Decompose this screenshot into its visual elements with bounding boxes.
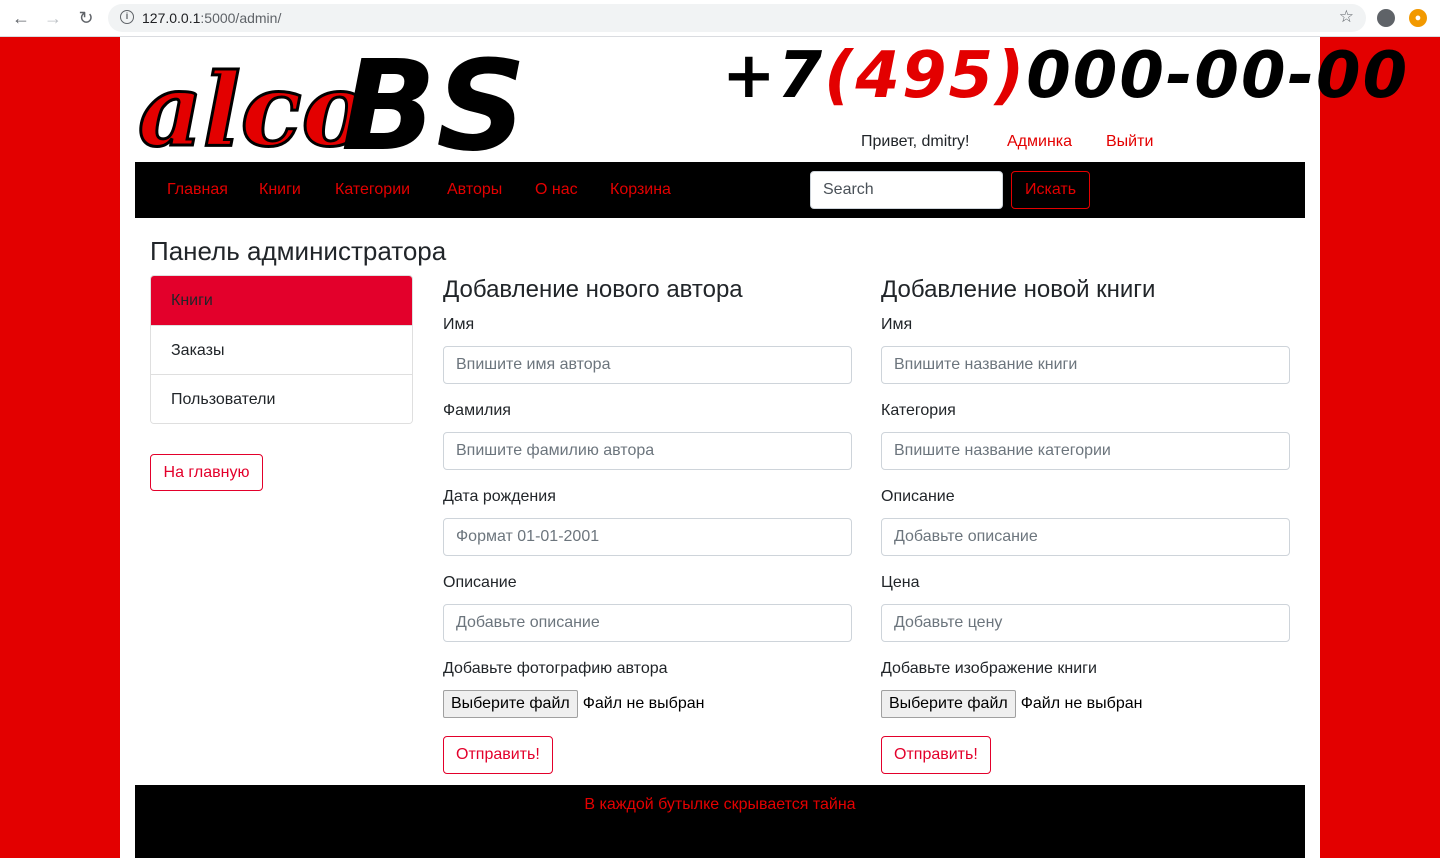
bookmark-star-icon[interactable]: ☆ (1339, 7, 1354, 27)
reload-icon[interactable]: ↻ (75, 7, 97, 29)
book-description-input[interactable] (881, 518, 1290, 556)
main-container: alco BS +7(495)000-00-00 Привет, dmitry!… (120, 37, 1407, 858)
url-text: 127.0.0.1:5000/admin/ (142, 10, 282, 26)
logout-link[interactable]: Выйти (1106, 133, 1153, 151)
book-name-input[interactable] (881, 346, 1290, 384)
footer-slogan: В каждой бутылке скрывается тайна (584, 796, 856, 813)
sidebar-item-users[interactable]: Пользователи (151, 374, 412, 423)
book-description-label: Описание (881, 488, 955, 505)
author-file-status: Файл не выбран (582, 695, 705, 712)
book-form-title: Добавление новой книги (881, 276, 1156, 303)
author-photo-label: Добавьте фотографию автора (443, 660, 668, 677)
nav-item-home[interactable]: Главная (167, 181, 228, 199)
book-choose-file-button[interactable]: Выберите файл (881, 690, 1016, 718)
book-price-label: Цена (881, 574, 920, 591)
admin-sidebar: Книги Заказы Пользователи (150, 275, 413, 424)
main-navbar: Главная Книги Категории Авторы О нас Кор… (135, 162, 1305, 218)
book-submit-button[interactable]: Отправить! (881, 736, 991, 774)
nav-item-cart[interactable]: Корзина (610, 181, 671, 199)
author-form: Добавление нового автора Имя Фамилия Дат… (443, 276, 852, 774)
nav-item-about[interactable]: О нас (535, 181, 578, 199)
home-button[interactable]: На главную (150, 454, 263, 491)
page-title: Панель администратора (150, 236, 447, 266)
book-image-label: Добавьте изображение книги (881, 660, 1097, 677)
sidebar-item-orders[interactable]: Заказы (151, 325, 412, 374)
author-choose-file-button[interactable]: Выберите файл (443, 690, 578, 718)
author-description-input[interactable] (443, 604, 852, 642)
search-button[interactable]: Искать (1011, 171, 1090, 209)
admin-link[interactable]: Админка (1007, 133, 1072, 151)
author-birthdate-label: Дата рождения (443, 488, 556, 505)
nav-item-authors[interactable]: Авторы (447, 181, 502, 199)
author-surname-input[interactable] (443, 432, 852, 470)
book-image-file-input: Выберите файл Файл не выбран (881, 690, 1290, 718)
nav-item-categories[interactable]: Категории (335, 181, 410, 199)
forward-arrow-icon[interactable]: → (42, 7, 64, 29)
book-category-label: Категория (881, 402, 956, 419)
extension-icon[interactable]: ● (1409, 9, 1427, 27)
book-category-input[interactable] (881, 432, 1290, 470)
author-form-title: Добавление нового автора (443, 276, 743, 303)
logo-bs: BS (341, 37, 526, 162)
book-form: Добавление новой книги Имя Категория Опи… (881, 276, 1290, 774)
author-photo-file-input: Выберите файл Файл не выбран (443, 690, 852, 718)
author-name-input[interactable] (443, 346, 852, 384)
browser-toolbar: ← → ↻ i 127.0.0.1:5000/admin/ ☆ ● (0, 0, 1440, 37)
page-background: alco BS +7(495)000-00-00 Привет, dmitry!… (0, 37, 1440, 858)
nav-item-books[interactable]: Книги (259, 181, 301, 199)
info-icon[interactable]: i (120, 10, 134, 24)
site-footer: В каждой бутылке скрывается тайна (135, 785, 1305, 858)
search-input[interactable] (810, 171, 1003, 209)
sidebar-item-books[interactable]: Книги (151, 276, 412, 325)
book-name-label: Имя (881, 316, 913, 333)
greeting-text: Привет, dmitry! (861, 133, 970, 150)
book-file-status: Файл не выбран (1020, 695, 1143, 712)
book-price-input[interactable] (881, 604, 1290, 642)
logo-alco: alco (138, 51, 368, 162)
back-arrow-icon[interactable]: ← (10, 7, 32, 29)
address-bar[interactable]: i 127.0.0.1:5000/admin/ ☆ (108, 4, 1366, 32)
phone-number: +7(495)000-00-00 (722, 39, 1410, 113)
site-logo[interactable]: alco BS (136, 37, 546, 162)
author-submit-button[interactable]: Отправить! (443, 736, 553, 774)
profile-icon[interactable] (1377, 9, 1395, 27)
author-surname-label: Фамилия (443, 402, 511, 419)
author-name-label: Имя (443, 316, 475, 333)
author-birthdate-input[interactable] (443, 518, 852, 556)
author-description-label: Описание (443, 574, 517, 591)
